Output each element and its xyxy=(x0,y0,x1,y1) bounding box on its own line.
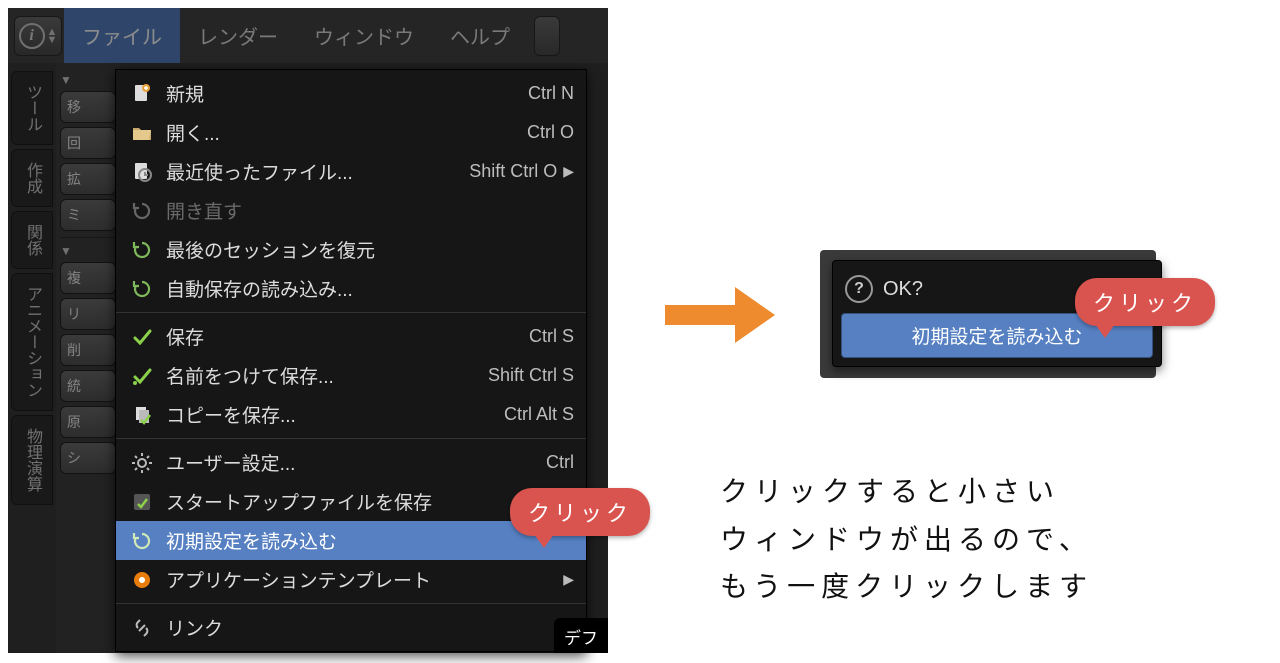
menu-label: 自動保存の読み込み... xyxy=(166,275,574,302)
folder-open-icon xyxy=(128,119,156,147)
tooltip-fragment: デフ xyxy=(554,618,608,653)
menu-item-recent[interactable]: 最近使ったファイル... Shift Ctrl O ▶ xyxy=(116,152,586,191)
shortcut: Ctrl xyxy=(546,452,574,473)
recover-session-icon xyxy=(128,236,156,264)
menu-item-save-copy[interactable]: コピーを保存... Ctrl Alt S xyxy=(116,395,586,434)
callout-click-1: クリック xyxy=(510,488,650,536)
menu-label: ユーザー設定... xyxy=(166,449,536,476)
menu-label: リンク xyxy=(166,614,574,641)
file-menu-dropdown: 新規 Ctrl N 開く... Ctrl O 最近使ったファイル... Shif… xyxy=(115,69,587,652)
menu-label: 新規 xyxy=(166,80,518,107)
menu-item-preferences[interactable]: ユーザー設定... Ctrl xyxy=(116,443,586,482)
callout-label: クリック xyxy=(528,501,632,526)
save-as-icon xyxy=(128,362,156,390)
link-icon xyxy=(128,614,156,642)
menu-label: 開き直す xyxy=(166,197,574,224)
save-copy-icon xyxy=(128,401,156,429)
menu-separator xyxy=(116,312,586,313)
menu-separator xyxy=(116,438,586,439)
menu-label: コピーを保存... xyxy=(166,401,494,428)
popup-question-text: OK? xyxy=(883,278,923,301)
question-icon: ? xyxy=(845,275,873,303)
instruction-caption: クリックすると小さい ウィンドウが出るので、 もう一度クリックします xyxy=(720,468,1260,611)
recent-files-icon xyxy=(128,158,156,186)
save-icon xyxy=(128,323,156,351)
menu-item-recover-autosave[interactable]: 自動保存の読み込み... xyxy=(116,269,586,308)
menu-item-app-template[interactable]: アプリケーションテンプレート ▶ xyxy=(116,560,586,599)
shortcut: Ctrl S xyxy=(529,326,574,347)
preferences-icon xyxy=(128,449,156,477)
callout-click-2: クリック xyxy=(1075,278,1215,326)
menu-separator xyxy=(116,603,586,604)
menu-label: 名前をつけて保存... xyxy=(166,362,478,389)
menu-item-revert: 開き直す xyxy=(116,191,586,230)
callout-label: クリック xyxy=(1093,291,1197,316)
menu-label: 開く... xyxy=(166,119,517,146)
menu-label: 初期設定を読み込む xyxy=(166,527,574,554)
caption-line: クリックすると小さい xyxy=(720,468,1260,516)
shortcut: Shift Ctrl S xyxy=(488,365,574,386)
menu-item-link[interactable]: リンク xyxy=(116,608,586,647)
recover-autosave-icon xyxy=(128,275,156,303)
menu-label: 最近使ったファイル... xyxy=(166,158,459,185)
revert-icon xyxy=(128,197,156,225)
shortcut: Ctrl O xyxy=(527,122,574,143)
menu-item-recover-session[interactable]: 最後のセッションを復元 xyxy=(116,230,586,269)
caption-line: ウィンドウが出るので、 xyxy=(720,516,1260,564)
arrow-icon xyxy=(660,275,780,360)
shortcut: Ctrl N xyxy=(528,83,574,104)
shortcut: Shift Ctrl O xyxy=(469,161,557,182)
app-template-icon xyxy=(128,566,156,594)
caption-line: もう一度クリックします xyxy=(720,563,1260,611)
blender-screenshot: i ▲▼ ファイル レンダー ウィンドウ ヘルプ ツール 作成 関係 アニメーシ… xyxy=(8,8,608,653)
menu-item-save[interactable]: 保存 Ctrl S xyxy=(116,317,586,356)
menu-label: 最後のセッションを復元 xyxy=(166,236,574,263)
menu-item-save-as[interactable]: 名前をつけて保存... Shift Ctrl S xyxy=(116,356,586,395)
menu-label: 保存 xyxy=(166,323,519,350)
load-factory-icon xyxy=(128,527,156,555)
menu-item-open[interactable]: 開く... Ctrl O xyxy=(116,113,586,152)
submenu-arrow-icon: ▶ xyxy=(563,163,574,180)
shortcut: Ctrl Alt S xyxy=(504,404,574,425)
submenu-arrow-icon: ▶ xyxy=(563,571,574,588)
save-startup-icon xyxy=(128,488,156,516)
menu-label: アプリケーションテンプレート xyxy=(166,566,557,593)
file-new-icon xyxy=(128,80,156,108)
menu-item-new[interactable]: 新規 Ctrl N xyxy=(116,74,586,113)
